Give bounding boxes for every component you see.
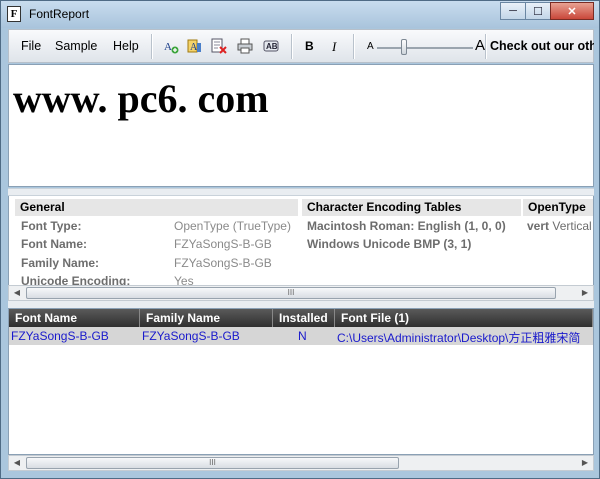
bold-button[interactable]: B	[305, 39, 314, 53]
compare-icon[interactable]: AB	[263, 38, 279, 54]
font-properties-icon[interactable]: A	[187, 38, 203, 54]
close-button[interactable]: ✕	[550, 2, 594, 20]
window-controls: ─ ☐ ✕	[500, 2, 594, 21]
app-window: F FontReport ─ ☐ ✕ File Sample Help A A …	[0, 0, 600, 479]
title-bar[interactable]: F FontReport ─ ☐ ✕	[1, 1, 599, 28]
general-label: Font Name:	[21, 237, 87, 251]
scroll-left-icon[interactable]: ◀	[9, 286, 25, 300]
cell-installed: N	[298, 329, 307, 343]
info-horizontal-scrollbar[interactable]: ◀ III ▶	[8, 285, 594, 301]
encoding-row: Windows Unicode BMP (3, 1)	[307, 237, 472, 251]
scroll-left-icon[interactable]: ◀	[9, 456, 25, 470]
font-size-slider-thumb[interactable]	[400, 39, 407, 55]
opentype-feature-name: Vertical	[552, 219, 592, 233]
svg-text:AB: AB	[266, 42, 278, 51]
toolbar-separator	[151, 34, 153, 59]
opentype-feature: vert Vertical	[527, 219, 592, 233]
font-file-list: Font Name Family Name Installed Font Fil…	[8, 308, 594, 455]
minimize-button[interactable]: ─	[500, 2, 526, 20]
opentype-header: OpenType	[523, 199, 593, 216]
pane-splitter[interactable]	[8, 188, 594, 196]
toolbar-separator	[485, 34, 487, 59]
toolbar-separator	[353, 34, 355, 59]
svg-text:A: A	[164, 41, 172, 53]
column-header-font-file[interactable]: Font File (1)	[335, 309, 593, 327]
pane-splitter[interactable]	[8, 301, 594, 308]
app-icon: F	[7, 6, 21, 22]
maximize-button[interactable]: ☐	[525, 2, 551, 20]
scrollbar-thumb[interactable]: III	[26, 457, 399, 469]
font-preview-pane: www. pc6. com	[8, 64, 594, 187]
menu-sample[interactable]: Sample	[55, 39, 97, 53]
menu-help[interactable]: Help	[113, 39, 139, 53]
remove-font-icon[interactable]	[211, 38, 227, 54]
encoding-header: Character Encoding Tables	[302, 199, 521, 216]
column-header-family-name[interactable]: Family Name	[140, 309, 273, 327]
column-header-font-name[interactable]: Font Name	[9, 309, 140, 327]
opentype-feature-tag: vert	[527, 219, 550, 233]
general-label: Family Name:	[21, 256, 100, 270]
list-horizontal-scrollbar[interactable]: ◀ III ▶	[8, 455, 594, 471]
preview-text: www. pc6. com	[13, 76, 269, 121]
menu-file[interactable]: File	[21, 39, 41, 53]
italic-button[interactable]: I	[332, 39, 336, 55]
general-header: General	[15, 199, 298, 216]
toolbar-separator	[291, 34, 293, 59]
cell-font-file: C:\Users\Administrator\Desktop\方正粗雅宋简	[337, 331, 581, 345]
general-label: Font Type:	[21, 219, 82, 233]
font-size-slider[interactable]	[377, 47, 473, 49]
scrollbar-thumb[interactable]: III	[26, 287, 556, 299]
scroll-right-icon[interactable]: ▶	[577, 286, 593, 300]
cell-family-name: FZYaSongS-B-GB	[142, 329, 240, 343]
font-size-large-label: A	[475, 37, 486, 54]
scroll-right-icon[interactable]: ▶	[577, 456, 593, 470]
cell-font-name: FZYaSongS-B-GB	[11, 329, 109, 343]
font-info-pane: General Character Encoding Tables OpenTy…	[8, 196, 594, 286]
sample-text-input[interactable]: Check out our other	[490, 39, 594, 53]
encoding-row: Macintosh Roman: English (1, 0, 0)	[307, 219, 506, 233]
font-size-small-label: A	[367, 41, 374, 52]
add-font-icon[interactable]: A	[163, 38, 179, 54]
svg-text:A: A	[190, 42, 198, 53]
general-value: FZYaSongS-B-GB	[174, 256, 272, 270]
table-row[interactable]: FZYaSongS-B-GB FZYaSongS-B-GB N C:\Users…	[9, 327, 593, 345]
window-title: FontReport	[29, 7, 90, 21]
general-value: OpenType (TrueType)	[174, 219, 291, 233]
toolbar: File Sample Help A A AB B I A A Check ou…	[8, 29, 594, 63]
column-header-installed[interactable]: Installed	[273, 309, 335, 327]
print-icon[interactable]	[237, 38, 253, 54]
general-value: FZYaSongS-B-GB	[174, 237, 272, 251]
